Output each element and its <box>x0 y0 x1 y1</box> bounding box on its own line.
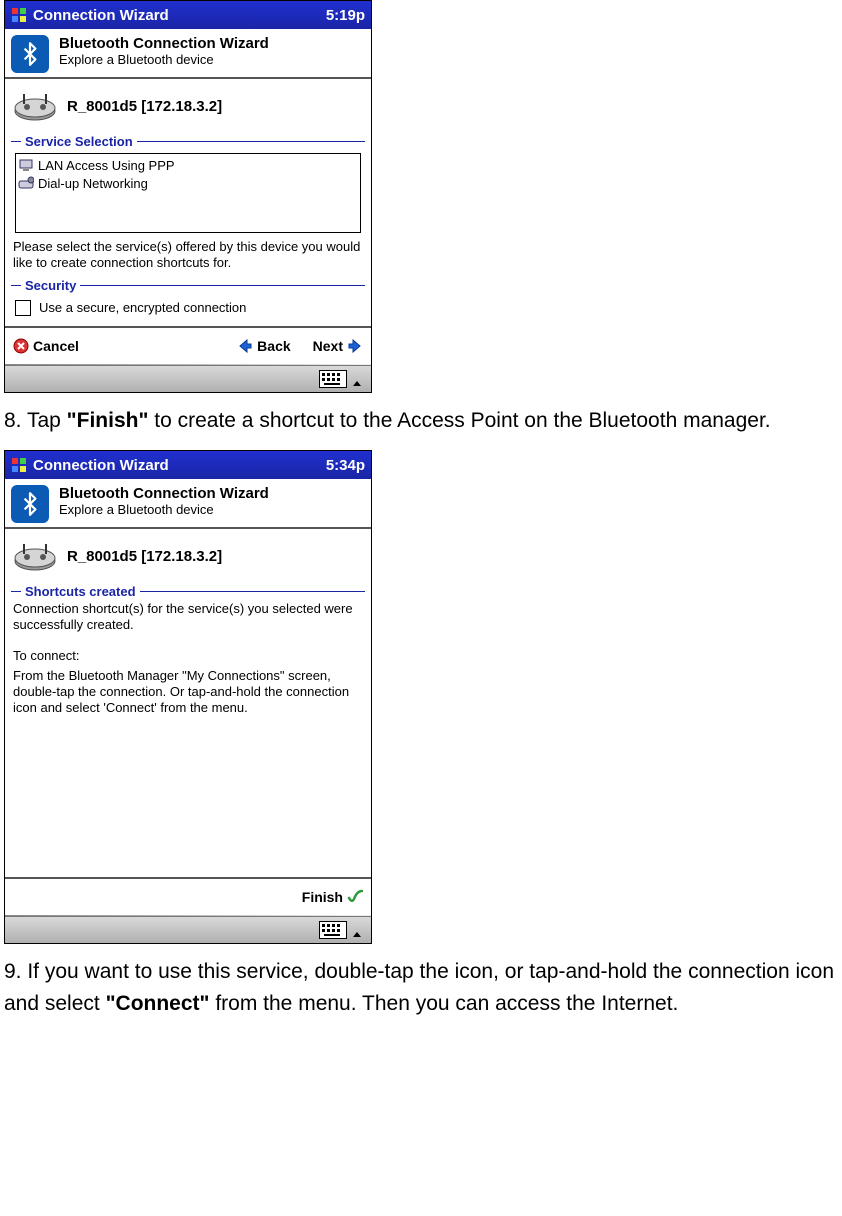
service-label: Dial-up Networking <box>38 176 148 191</box>
device-name: R_8001d5 [172.18.3.2] <box>67 98 222 115</box>
security-checkbox-row: Use a secure, encrypted connection <box>5 294 371 326</box>
device-row: R_8001d5 [172.18.3.2] <box>5 79 371 133</box>
keyboard-icon[interactable] <box>319 921 347 939</box>
finish-button[interactable]: Finish <box>302 889 363 905</box>
success-text: Connection shortcut(s) for the service(s… <box>5 599 371 636</box>
instruction-step-9: 9. If you want to use this service, doub… <box>4 956 838 1019</box>
window-title: Connection Wizard <box>33 7 326 24</box>
router-icon <box>13 89 57 123</box>
cancel-button[interactable]: Cancel <box>13 338 79 354</box>
list-item[interactable]: LAN Access Using PPP <box>18 156 358 174</box>
wizard-subtitle: Explore a Bluetooth device <box>59 502 269 517</box>
wizard-header: Bluetooth Connection Wizard Explore a Bl… <box>5 479 371 527</box>
nav-row: Finish <box>5 877 371 915</box>
bluetooth-logo-icon <box>11 35 49 73</box>
instruction-step-8: 8. Tap "Finish" to create a shortcut to … <box>4 405 838 437</box>
dialup-icon <box>18 175 34 191</box>
titlebar: Connection Wizard 5:19p <box>5 1 371 29</box>
list-item[interactable]: Dial-up Networking <box>18 174 358 192</box>
start-menu-icon[interactable] <box>11 457 27 473</box>
start-menu-icon[interactable] <box>11 7 27 23</box>
next-arrow-icon <box>347 338 363 354</box>
back-arrow-icon <box>237 338 253 354</box>
nav-row: Cancel Back Next <box>5 326 371 364</box>
next-button[interactable]: Next <box>313 338 363 354</box>
clock[interactable]: 5:34p <box>326 457 365 474</box>
bluetooth-logo-icon <box>11 485 49 523</box>
router-icon <box>13 539 57 573</box>
device-name: R_8001d5 [172.18.3.2] <box>67 548 222 565</box>
finish-checkmark-icon <box>347 889 363 905</box>
service-listbox[interactable]: LAN Access Using PPP Dial-up Networking <box>15 153 361 233</box>
section-service-selection: Service Selection <box>5 133 371 149</box>
secure-connection-checkbox[interactable] <box>15 300 31 316</box>
wizard-header: Bluetooth Connection Wizard Explore a Bl… <box>5 29 371 77</box>
pda-screenshot-service-selection: Connection Wizard 5:19p Bluetooth Connec… <box>4 0 372 393</box>
input-panel-bar <box>5 365 371 392</box>
titlebar: Connection Wizard 5:34p <box>5 451 371 479</box>
cancel-icon <box>13 338 29 354</box>
to-connect-heading: To connect: <box>5 646 371 666</box>
section-security: Security <box>5 278 371 294</box>
sip-menu-arrow-icon[interactable] <box>353 375 361 383</box>
clock[interactable]: 5:19p <box>326 7 365 24</box>
section-shortcuts-created: Shortcuts created <box>5 583 371 599</box>
lan-icon <box>18 157 34 173</box>
device-row: R_8001d5 [172.18.3.2] <box>5 529 371 583</box>
keyboard-icon[interactable] <box>319 370 347 388</box>
sip-menu-arrow-icon[interactable] <box>353 926 361 934</box>
wizard-title: Bluetooth Connection Wizard <box>59 35 269 52</box>
wizard-title: Bluetooth Connection Wizard <box>59 485 269 502</box>
service-hint-text: Please select the service(s) offered by … <box>5 237 371 274</box>
pda-screenshot-shortcuts-created: Connection Wizard 5:34p Bluetooth Connec… <box>4 450 372 944</box>
checkbox-label: Use a secure, encrypted connection <box>39 300 246 315</box>
input-panel-bar <box>5 916 371 943</box>
back-button[interactable]: Back <box>237 338 290 354</box>
window-title: Connection Wizard <box>33 457 326 474</box>
service-label: LAN Access Using PPP <box>38 158 175 173</box>
wizard-subtitle: Explore a Bluetooth device <box>59 52 269 67</box>
connect-instructions: From the Bluetooth Manager "My Connectio… <box>5 666 371 719</box>
